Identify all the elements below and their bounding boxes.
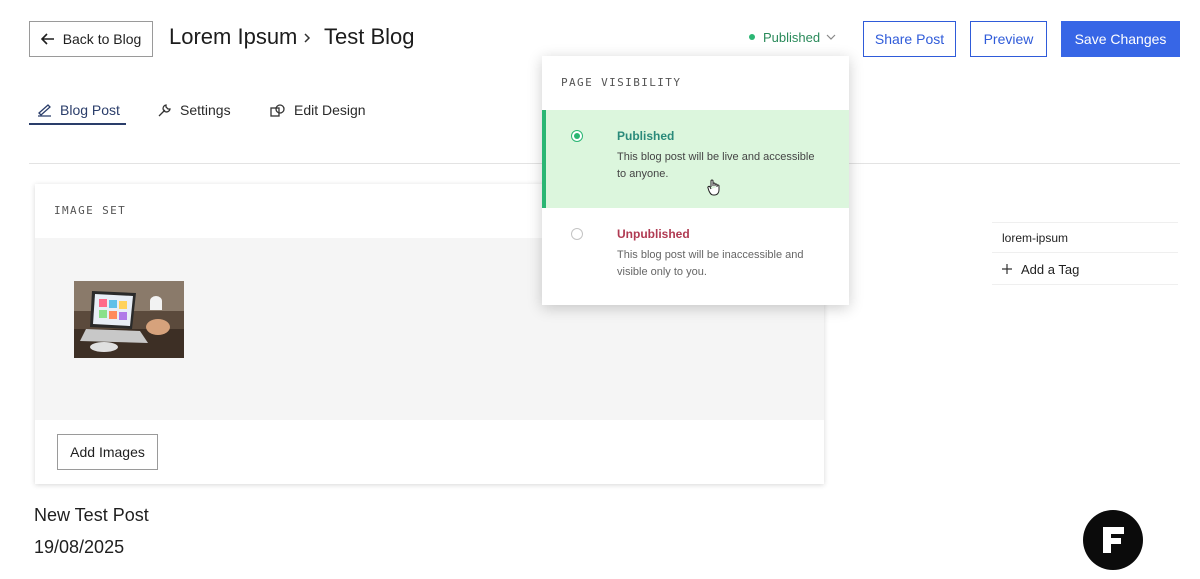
breadcrumb-page: Test Blog: [324, 24, 415, 49]
status-label: Published: [763, 29, 821, 45]
add-tag-label: Add a Tag: [1021, 261, 1080, 277]
blog-post-icon: [37, 103, 60, 117]
published-option-desc-line1: This blog post will be live and accessib…: [617, 151, 815, 163]
design-icon: [270, 103, 294, 118]
radio-selected-icon: [571, 130, 583, 142]
tag-label: lorem-ipsum: [1002, 230, 1069, 245]
tab-blog-post-label: Blog Post: [60, 102, 120, 118]
page-visibility-dropdown: PAGE VISIBILITY Published This blog post…: [542, 56, 849, 305]
brand-logo-button[interactable]: [1083, 510, 1143, 570]
selected-indicator-bar: [542, 110, 546, 208]
tab-edit-design[interactable]: Edit Design: [270, 98, 366, 122]
share-post-button[interactable]: Share Post: [863, 21, 956, 57]
tab-blog-post[interactable]: Blog Post: [37, 98, 120, 122]
tab-edit-design-label: Edit Design: [294, 102, 366, 118]
add-images-button[interactable]: Add Images: [57, 434, 158, 470]
back-to-blog-button[interactable]: Back to Blog: [29, 21, 153, 57]
add-tag-button[interactable]: Add a Tag: [992, 254, 1178, 285]
post-title: New Test Post: [34, 505, 149, 525]
arrow-left-icon: [40, 33, 55, 45]
chevron-down-icon: [826, 34, 836, 40]
status-dot-icon: [749, 34, 755, 40]
radio-unselected-icon: [571, 228, 583, 240]
blog-image-thumbnail[interactable]: [74, 281, 184, 358]
back-to-blog-label: Back to Blog: [62, 31, 142, 47]
post-date: 19/08/2025: [34, 537, 125, 557]
active-tab-underline: [29, 123, 126, 125]
visibility-option-unpublished[interactable]: Unpublished This blog post will be inacc…: [542, 208, 849, 305]
status-dropdown[interactable]: Published: [749, 29, 836, 45]
unpublished-option-desc-line2: visible only to you.: [617, 266, 707, 278]
chevron-right-icon: [303, 31, 311, 49]
tab-settings-label: Settings: [180, 102, 231, 118]
published-option-desc-line2: to anyone.: [617, 168, 669, 180]
published-option-title: Published: [617, 129, 675, 143]
tag-item[interactable]: lorem-ipsum: [992, 222, 1178, 253]
plus-icon: [1002, 264, 1012, 274]
wrench-icon: [157, 103, 180, 118]
unpublished-option-title: Unpublished: [617, 227, 690, 241]
preview-button[interactable]: Preview: [970, 21, 1047, 57]
unpublished-option-desc-line1: This blog post will be inaccessible and: [617, 249, 804, 261]
tab-settings[interactable]: Settings: [157, 98, 231, 122]
image-set-title: IMAGE SET: [54, 204, 127, 217]
brand-logo-icon: [1100, 525, 1126, 555]
visibility-heading: PAGE VISIBILITY: [561, 76, 682, 89]
breadcrumb-site[interactable]: Lorem Ipsum: [169, 24, 297, 50]
visibility-option-published[interactable]: Published This blog post will be live an…: [542, 110, 849, 208]
hand-cursor-icon: [707, 178, 721, 201]
save-changes-button[interactable]: Save Changes: [1061, 21, 1180, 57]
